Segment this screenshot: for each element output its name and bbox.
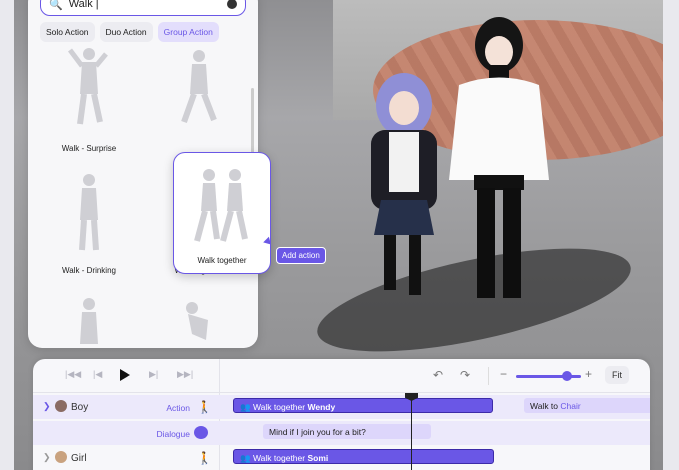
add-action-tag: Add action	[276, 247, 326, 264]
track-row-boy-action[interactable]: ❯ Boy Action 🚶 👥 Walk together Wendy Wal…	[33, 395, 650, 419]
search-query: Walk |	[68, 0, 99, 10]
play-icon[interactable]	[120, 369, 130, 381]
action-card[interactable]	[144, 44, 254, 134]
timeline-toolbar: |◀◀ |◀ ▶| ▶▶| ↶ ↷ − + Fit	[33, 359, 650, 393]
timeline-action-block[interactable]: 👥 Walk together Wendy	[233, 398, 493, 413]
category-chips: Solo Action Duo Action Group Action	[40, 22, 219, 42]
block-partner: Somi	[307, 453, 329, 463]
drag-preview-card[interactable]: Walk together	[173, 152, 271, 274]
step-back-icon[interactable]: |◀	[93, 369, 102, 380]
block-group-icon: 👥	[240, 453, 251, 463]
action-label: Walk - Drinking	[62, 266, 116, 275]
boy-character[interactable]	[439, 10, 569, 320]
skip-start-icon[interactable]: |◀◀	[65, 369, 81, 380]
avatar	[55, 400, 67, 412]
block-label: Walk together	[252, 453, 306, 463]
zoom-out-icon[interactable]: −	[500, 367, 507, 381]
block-partner: Wendy	[307, 402, 336, 412]
dialogue-text: Mind if I join you for a bit?	[269, 427, 366, 437]
action-card[interactable]: Walk - Drinking	[34, 170, 144, 275]
zoom-slider-thumb[interactable]	[562, 371, 572, 381]
clear-search-icon[interactable]	[227, 0, 237, 9]
block-label: Walk to	[530, 401, 559, 411]
action-card[interactable]	[34, 294, 144, 344]
timeline-action-block[interactable]: 👥 Walk together Somi	[233, 449, 494, 464]
timeline-panel: |◀◀ |◀ ▶| ▶▶| ↶ ↷ − + Fit ❯ Boy Action 🚶…	[33, 359, 650, 470]
pose-thumbnail	[68, 48, 108, 125]
timeline-action-block[interactable]: Walk to Chair	[524, 398, 650, 413]
action-run-icon: 🚶	[197, 400, 212, 414]
chip-group-action[interactable]: Group Action	[157, 22, 219, 42]
playhead-line[interactable]	[411, 393, 412, 470]
chip-solo-action[interactable]: Solo Action	[40, 22, 95, 42]
expand-chevron-icon[interactable]: ❯	[43, 401, 51, 412]
block-group-icon: 👥	[240, 402, 251, 412]
undo-icon[interactable]: ↶	[433, 368, 443, 382]
step-forward-icon[interactable]: ▶|	[149, 369, 158, 380]
fit-button[interactable]: Fit	[605, 366, 629, 384]
pose-thumbnail	[186, 302, 208, 340]
drag-preview-label: Walk together	[197, 256, 247, 265]
expand-chevron-icon[interactable]: ❯	[43, 452, 51, 463]
zoom-in-icon[interactable]: +	[585, 367, 592, 381]
block-target: Chair	[560, 401, 581, 411]
track-row-girl-action[interactable]: ❯ Girl 🚶 👥 Walk together Somi	[33, 446, 650, 470]
redo-icon[interactable]: ↷	[460, 368, 470, 382]
avatar	[55, 451, 67, 463]
action-card[interactable]	[144, 294, 254, 344]
skip-end-icon[interactable]: ▶▶|	[177, 369, 193, 380]
action-card[interactable]: Walk - Surprise	[34, 44, 144, 153]
block-label: Walk together	[252, 402, 306, 412]
action-run-icon: 🚶	[197, 451, 212, 465]
action-label: Walk - Surprise	[61, 144, 117, 153]
track-kind-label: Action	[166, 403, 190, 413]
pose-thumbnail	[181, 50, 217, 124]
track-kind-label: Dialogue	[156, 429, 190, 439]
toolbar-separator	[488, 367, 489, 385]
pose-thumbnail	[80, 298, 98, 344]
dialogue-bubble-icon	[194, 426, 208, 439]
pose-thumbnail	[194, 169, 248, 242]
pose-thumbnail	[79, 174, 99, 251]
timeline-dialogue-block[interactable]: Mind if I join you for a bit?	[263, 424, 431, 439]
search-icon: 🔍	[49, 0, 63, 11]
track-row-boy-dialogue[interactable]: Dialogue Mind if I join you for a bit?	[33, 421, 650, 445]
chip-duo-action[interactable]: Duo Action	[99, 22, 153, 42]
character-name: Girl	[71, 453, 87, 464]
action-search-input[interactable]: 🔍 Walk |	[40, 0, 246, 16]
character-name: Boy	[71, 402, 89, 413]
